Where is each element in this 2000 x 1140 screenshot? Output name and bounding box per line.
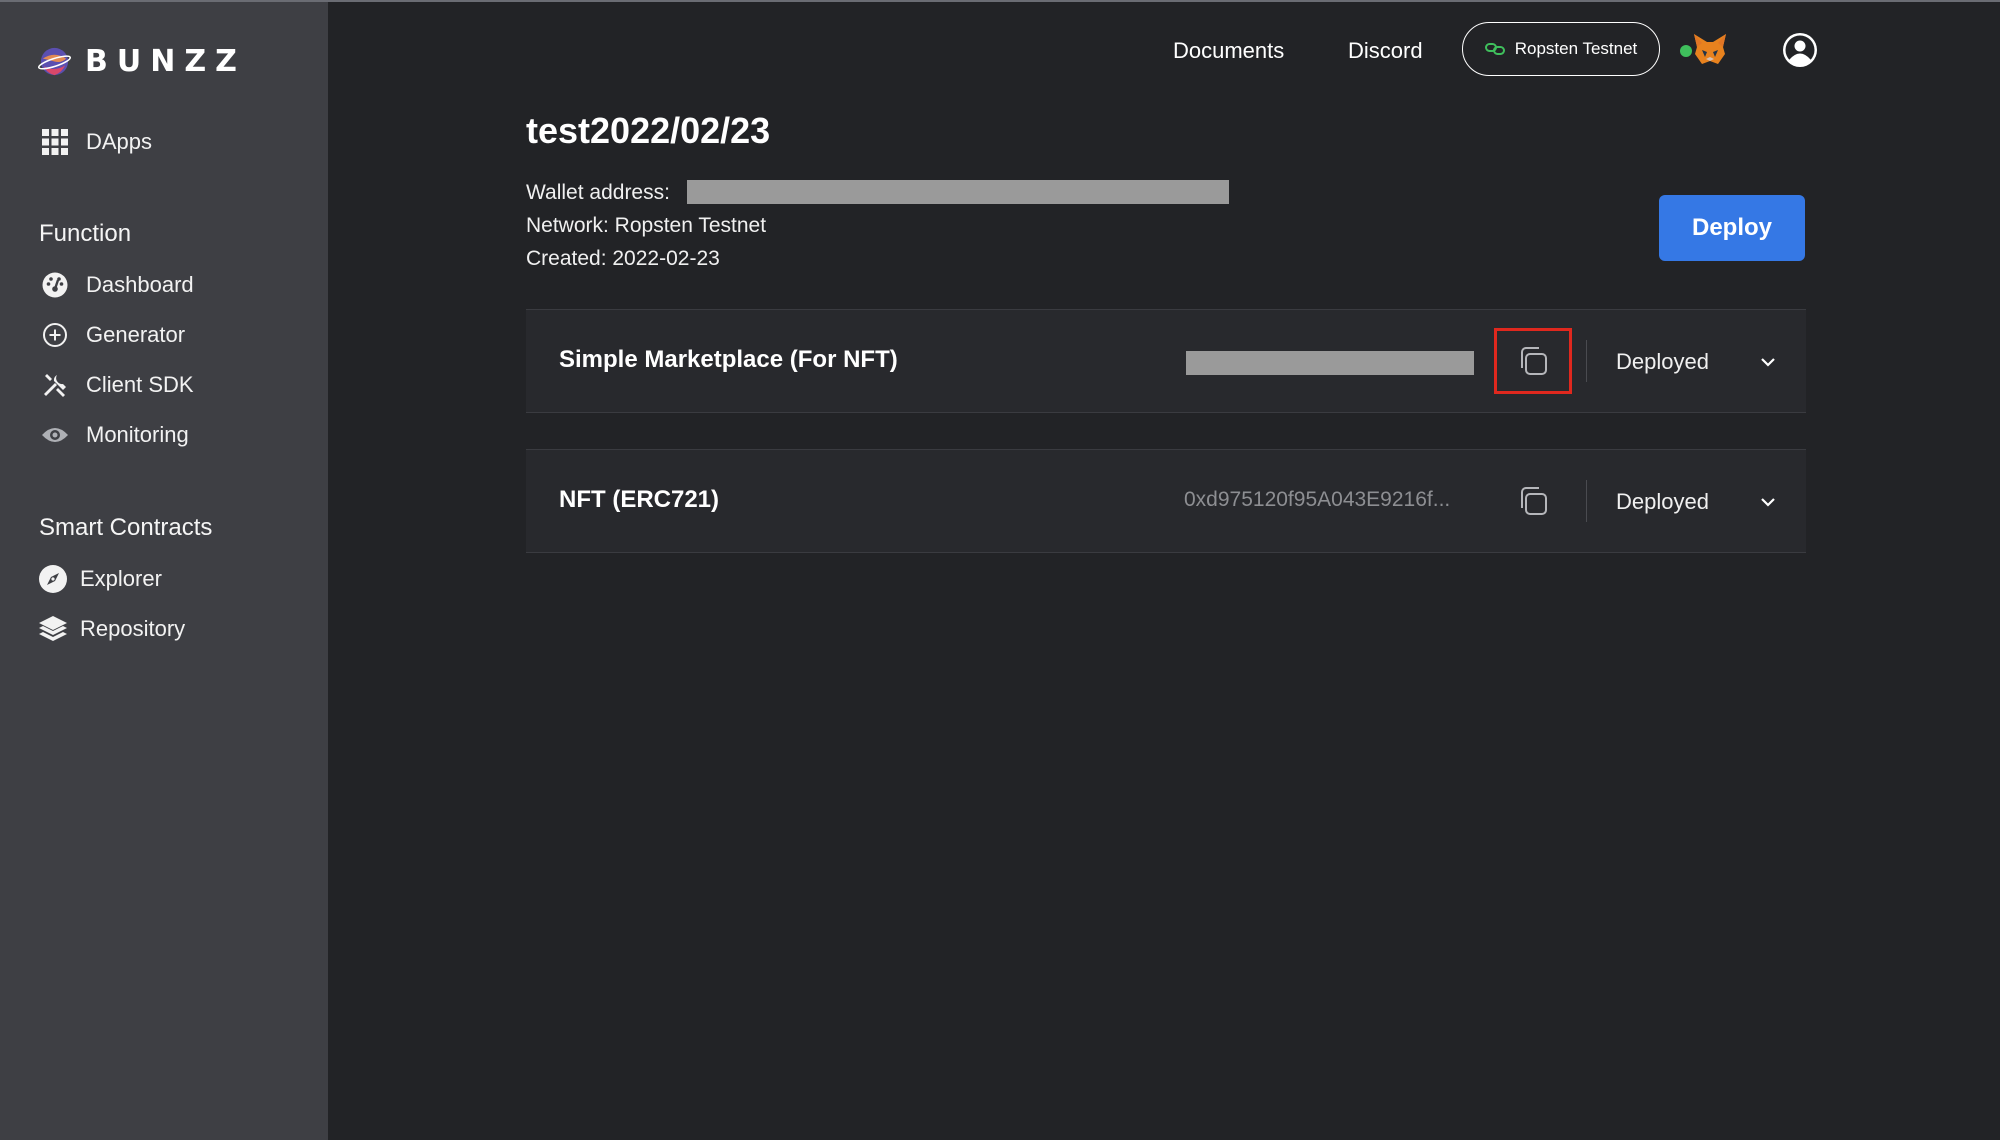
contract-address-redacted — [1186, 351, 1474, 375]
sidebar: BUNZZ DApps Function Dashboard Generator… — [0, 2, 328, 1140]
sidebar-item-generator[interactable]: Generator — [40, 320, 185, 350]
wallet-address-label: Wallet address: — [526, 181, 670, 204]
contract-name: NFT (ERC721) — [559, 486, 720, 513]
contract-name: Simple Marketplace (For NFT) — [559, 346, 898, 373]
sidebar-item-label: Client SDK — [86, 372, 194, 397]
sidebar-item-monitoring[interactable]: Monitoring — [40, 420, 189, 450]
user-avatar-icon[interactable] — [1782, 32, 1818, 68]
divider — [1586, 340, 1587, 382]
divider — [1586, 480, 1587, 522]
copy-icon — [1521, 347, 1547, 375]
copy-address-button[interactable] — [1494, 468, 1572, 534]
sidebar-item-label: Explorer — [80, 566, 162, 591]
chevron-down-icon — [1761, 498, 1775, 507]
copy-icon — [1521, 487, 1547, 515]
compass-icon — [38, 564, 68, 594]
network-selector[interactable]: Ropsten Testnet — [1462, 22, 1660, 76]
metamask-fox-icon[interactable] — [1692, 32, 1728, 66]
page-title: test2022/02/23 — [526, 110, 771, 151]
contract-row: NFT (ERC721) 0xd975120f95A043E9216f... D… — [526, 449, 1806, 553]
grid-icon — [40, 127, 70, 157]
eye-icon — [40, 420, 70, 450]
sidebar-item-explorer[interactable]: Explorer — [38, 564, 162, 594]
sidebar-item-repository[interactable]: Repository — [38, 614, 185, 644]
sidebar-item-label: DApps — [86, 129, 153, 154]
contract-address: 0xd975120f95A043E9216f... — [1184, 488, 1451, 511]
status-dropdown[interactable]: Deployed — [1616, 486, 1776, 518]
copy-address-button[interactable] — [1494, 328, 1572, 394]
section-title-function: Function — [39, 220, 132, 247]
sidebar-item-label: Dashboard — [86, 272, 194, 297]
sidebar-item-dapps[interactable]: DApps — [40, 127, 152, 157]
wallet-address-redacted — [687, 180, 1229, 204]
discord-link[interactable]: Discord — [1348, 38, 1423, 64]
network-label: Ropsten Testnet — [1514, 39, 1638, 58]
section-title-smart-contracts: Smart Contracts — [39, 514, 213, 541]
layers-icon — [38, 614, 68, 644]
status-label: Deployed — [1616, 349, 1709, 374]
status-label: Deployed — [1616, 489, 1709, 514]
sidebar-item-label: Monitoring — [86, 422, 189, 447]
sidebar-item-dashboard[interactable]: Dashboard — [40, 270, 194, 300]
link-icon — [1484, 43, 1505, 55]
created-line: Created: 2022-02-23 — [526, 247, 720, 270]
brand-name: BUNZZ — [85, 44, 246, 79]
plus-circle-icon — [40, 320, 70, 350]
brand-logo[interactable]: BUNZZ — [38, 44, 246, 79]
connection-status-dot — [1680, 45, 1692, 57]
tools-icon — [40, 370, 70, 400]
contract-row: Simple Marketplace (For NFT) Deployed — [526, 309, 1806, 413]
sidebar-item-client-sdk[interactable]: Client SDK — [40, 370, 194, 400]
sidebar-item-label: Generator — [86, 322, 186, 347]
chevron-down-icon — [1761, 358, 1775, 367]
network-line: Network: Ropsten Testnet — [526, 214, 767, 237]
deploy-button[interactable]: Deploy — [1659, 195, 1805, 261]
status-dropdown[interactable]: Deployed — [1616, 346, 1776, 378]
documents-link[interactable]: Documents — [1173, 38, 1284, 64]
gauge-icon — [40, 270, 70, 300]
planet-logo-icon — [38, 47, 71, 76]
sidebar-item-label: Repository — [80, 616, 186, 641]
